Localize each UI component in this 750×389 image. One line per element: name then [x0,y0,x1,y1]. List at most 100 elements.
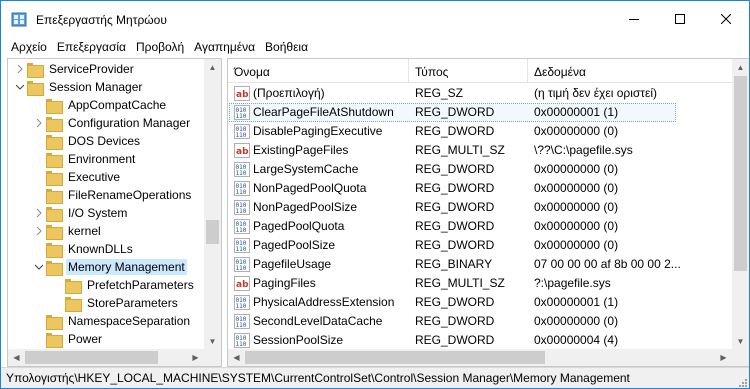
folder-icon [46,188,63,204]
table-row[interactable]: 010 110 NonPagedPoolSize REG_DWORD 0x0000000… [228,198,733,217]
menu-view[interactable]: Προβολή [131,37,189,58]
tree-item[interactable]: NamespaceSeparation [32,312,192,330]
table-row[interactable]: ab PagingFiles REG_MULTI_SZ ?:\pagefile.sys [228,274,733,293]
binary-value-icon: 010110 [234,200,250,215]
scroll-right-icon[interactable]: ▶ [715,349,732,366]
menu-favorites[interactable]: Αγαπημένα [189,37,260,58]
svg-text:110: 110 [236,303,247,310]
table-row[interactable]: 010 110 ClearPageFileAtShutdown REG_DWORD 0x… [228,103,733,122]
chevron-right-icon[interactable] [32,222,46,240]
table-row[interactable]: ab (Προεπιλογή) REG_SZ (η τιμή δεν έχει ορι… [228,84,733,103]
chevron-down-icon[interactable] [32,258,46,276]
tree-item[interactable]: FileRenameOperations [32,186,193,204]
value-name: SecondLevelDataCache [253,314,383,328]
value-type: REG_DWORD [415,333,495,347]
list-vertical-scrollbar[interactable]: ▲ ▼ [732,59,749,350]
table-row[interactable]: 010 110 NonPagedPoolQuota REG_DWORD 0x000000… [228,179,733,198]
table-row[interactable]: 010 110 LargeSystemCache REG_DWORD 0x0000000… [228,160,733,179]
folder-icon [46,170,63,186]
list-horizontal-scroll-thumb[interactable] [245,351,545,364]
close-button[interactable] [703,1,749,37]
minimize-button[interactable] [611,1,657,37]
tree-horizontal-scrollbar[interactable]: ◀ ▶ [8,349,221,366]
table-row[interactable]: 010 110 PagedPoolQuota REG_DWORD 0x00000000 … [228,217,733,236]
binary-value-icon: 010110 [234,105,250,120]
tree-item[interactable]: DOS Devices [32,132,142,150]
folder-icon [46,242,63,258]
tree-vertical-scroll-thumb[interactable] [206,220,219,244]
menu-help[interactable]: Βοήθεια [260,37,313,58]
tree-item-label: Session Manager [49,80,143,94]
maximize-button[interactable] [657,1,703,37]
registry-values-list[interactable]: Όνομα Τύπος Δεδομένα ab (Προεπιλογή) REG_S… [227,58,749,367]
title-bar[interactable]: Επεξεργαστής Μητρώου [1,1,749,37]
svg-text:110: 110 [236,113,247,120]
tree-item[interactable]: Power [32,330,104,348]
column-header-type[interactable]: Τύπος [409,59,527,83]
scroll-down-icon[interactable]: ▼ [204,333,221,350]
chevron-right-icon[interactable] [32,114,46,132]
column-header-name[interactable]: Όνομα [228,59,408,83]
tree-item[interactable]: Environment [32,150,137,168]
value-name: PhysicalAddressExtension [253,295,395,309]
chevron-down-icon[interactable] [13,78,27,96]
list-vertical-scroll-thumb[interactable] [734,76,747,271]
scroll-left-icon[interactable]: ◀ [228,349,245,366]
value-type: REG_DWORD [415,238,495,252]
tree-horizontal-scroll-thumb[interactable] [25,351,158,364]
registry-editor-icon [11,12,27,27]
tree-item[interactable]: I/O System [32,204,129,222]
scroll-right-icon[interactable]: ▶ [187,349,204,366]
svg-text:110: 110 [236,341,247,348]
resize-grip-icon[interactable] [737,377,747,387]
tree-item[interactable]: Memory Management [32,258,187,276]
folder-icon [27,80,44,96]
scroll-left-icon[interactable]: ◀ [8,349,25,366]
scroll-up-icon[interactable]: ▲ [732,59,749,76]
tree-item[interactable]: Session Manager [13,78,144,96]
chevron-right-icon[interactable] [13,60,27,78]
tree-item[interactable]: StoreParameters [51,294,180,312]
menu-edit[interactable]: Επεξεργασία [52,37,131,58]
tree-item[interactable]: ServiceProvider [13,60,136,78]
table-row[interactable]: ab ExistingPageFiles REG_MULTI_SZ \??\C:\pa… [228,141,733,160]
table-row[interactable]: 010 110 SessionPoolSize REG_DWORD 0x00000004… [228,331,733,350]
table-row[interactable]: 010 110 PhysicalAddressExtension REG_DWORD 0… [228,293,733,312]
value-name: NonPagedPoolSize [253,200,358,214]
minimize-icon [629,19,639,20]
value-type: REG_BINARY [415,257,493,271]
tree-item[interactable]: kernel [32,222,103,240]
table-row[interactable]: 010 110 SecondLevelDataCache REG_DWORD 0x000… [228,312,733,331]
value-name: ClearPageFileAtShutdown [253,105,394,119]
value-name: PagedPoolSize [253,238,336,252]
tree-item[interactable]: KnownDLLs [32,240,135,258]
tree-item-label: AppCompatCache [68,98,167,112]
tree-item[interactable]: PrefetchParameters [51,276,196,294]
menu-file[interactable]: Αρχείο [6,37,52,58]
scroll-down-icon[interactable]: ▼ [732,333,749,350]
chevron-right-icon[interactable] [32,204,46,222]
column-header-data[interactable]: Δεδομένα [528,59,733,83]
value-name: NonPagedPoolQuota [253,181,367,195]
folder-icon [46,116,63,132]
table-row[interactable]: 010 110 PagedPoolSize REG_DWORD 0x00000000 (… [228,236,733,255]
maximize-icon [675,14,685,24]
list-horizontal-scrollbar[interactable]: ◀ ▶ [228,349,749,366]
folder-icon [65,278,82,294]
registry-key-tree[interactable]: ServiceProvider Session Manager AppCompatC… [7,58,222,367]
value-data: 0x00000000 (0) [534,162,619,176]
tree-item[interactable]: AppCompatCache [32,96,168,114]
window-title: Επεξεργαστής Μητρώου [36,13,167,27]
tree-item-label: PrefetchParameters [87,278,194,292]
svg-text:110: 110 [236,246,247,253]
tree-item[interactable]: Configuration Manager [32,114,192,132]
table-row[interactable]: 010 110 DisablePagingExecutive REG_DWORD 0x0… [228,122,733,141]
folder-icon [46,206,63,222]
table-row[interactable]: 010 110 PagefileUsage REG_BINARY 07 00 00 00… [228,255,733,274]
scroll-up-icon[interactable]: ▲ [204,59,221,76]
tree-vertical-scrollbar[interactable]: ▲ ▼ [204,59,221,350]
value-data: 0x00000000 (0) [534,219,619,233]
tree-item[interactable]: Executive [32,168,122,186]
tree-item-label: ServiceProvider [49,62,134,76]
